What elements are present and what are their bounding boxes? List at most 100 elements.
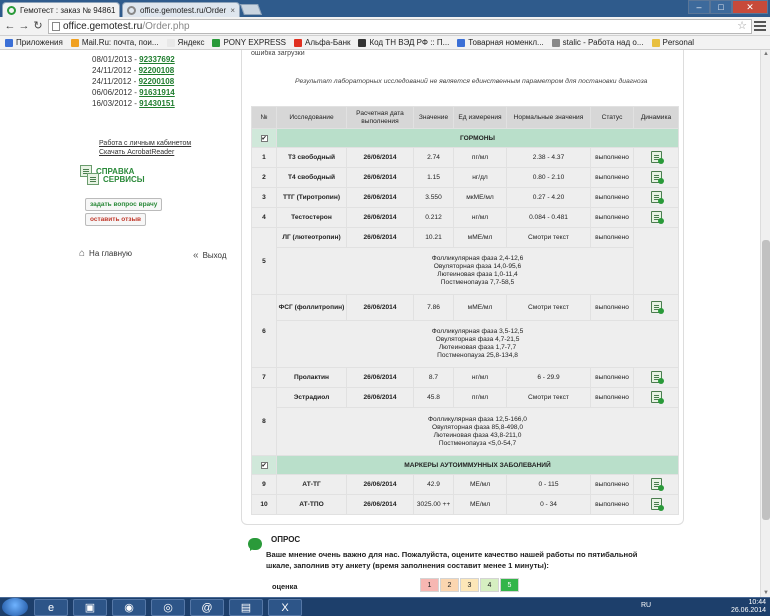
cabinet-help-link[interactable]: Работа с личным кабинетом bbox=[99, 139, 191, 148]
order-number-link[interactable]: 92200108 bbox=[139, 66, 175, 75]
minimize-button[interactable]: – bbox=[688, 0, 710, 14]
close-tab-icon[interactable]: × bbox=[115, 6, 119, 15]
reload-icon[interactable]: ↻ bbox=[31, 20, 45, 33]
reference-line: Фолликулярная фаза 3,5-12,5 bbox=[431, 328, 524, 335]
ask-doctor-button[interactable]: задать вопрос врачу bbox=[85, 198, 163, 211]
bookmark-item[interactable]: stalic - Работа над о... bbox=[551, 38, 644, 47]
group-title: ГОРМОНЫ bbox=[276, 128, 679, 148]
cell-norm: Смотри текст bbox=[506, 227, 591, 248]
cell-norm: 0 - 34 bbox=[506, 494, 591, 515]
bookmark-item[interactable]: Mail.Ru: почта, пои... bbox=[70, 38, 159, 47]
tab-gemotest-order[interactable]: Гемотест : заказ № 94861 × bbox=[2, 2, 120, 17]
cell-name: Эстрадиол bbox=[276, 387, 347, 408]
dynamics-chart-icon[interactable] bbox=[650, 170, 664, 184]
taskbar-app-icon[interactable]: ◎ bbox=[151, 599, 185, 616]
home-icon: ⌂ bbox=[79, 248, 86, 259]
scroll-down-icon[interactable]: ▼ bbox=[762, 589, 770, 597]
scroll-up-icon[interactable]: ▲ bbox=[762, 50, 770, 58]
dynamics-chart-icon[interactable] bbox=[650, 150, 664, 164]
order-number-link[interactable]: 91631914 bbox=[139, 88, 175, 97]
cell-unit: мМЕ/мл bbox=[453, 227, 507, 248]
bookmark-item[interactable]: Товарная номенкл... bbox=[457, 38, 544, 47]
order-number-link[interactable]: 92337692 bbox=[139, 55, 175, 64]
cell-unit: мМЕ/мл bbox=[453, 294, 507, 321]
cell-n: 9 bbox=[251, 474, 277, 495]
cell-dynamics bbox=[633, 387, 679, 408]
forward-icon[interactable]: → bbox=[17, 20, 31, 33]
table-row-notes: Фолликулярная фаза 12,5-166,0 Овуляторная… bbox=[252, 407, 679, 456]
rating-option-4[interactable]: 4 bbox=[480, 578, 499, 592]
bookmark-item[interactable]: Альфа-Банк bbox=[294, 38, 350, 47]
home-link[interactable]: ⌂ На главную bbox=[79, 248, 132, 259]
cell-val: 0.212 bbox=[413, 207, 454, 228]
services-icon bbox=[87, 173, 99, 185]
cell-name: АТ-ТПО bbox=[276, 494, 347, 515]
bookmark-star-icon[interactable]: ☆ bbox=[737, 20, 747, 33]
taskbar-app-icon[interactable]: ▣ bbox=[73, 599, 107, 616]
acrobat-download-link[interactable]: Скачать AcrobatReader bbox=[99, 148, 191, 157]
bookmark-item[interactable]: Яндекс bbox=[166, 38, 204, 47]
rating-option-5[interactable]: 5 bbox=[500, 578, 519, 592]
close-tab-icon[interactable]: × bbox=[226, 6, 235, 15]
reference-line: Лютеиновая фаза 43,8-211,0 bbox=[433, 431, 522, 439]
dynamics-chart-icon[interactable] bbox=[650, 190, 664, 204]
chrome-menu-icon[interactable] bbox=[754, 21, 766, 31]
clock-date: 26.06.2014 bbox=[730, 607, 766, 614]
cell-date: 26/06/2014 bbox=[346, 474, 414, 495]
table-row: 4 Тестостерон 26/06/2014 0.212 нг/мл 0.084 - … bbox=[251, 207, 679, 228]
leave-review-button[interactable]: оставить отзыв bbox=[85, 213, 147, 226]
cell-name: ТТГ (Тиротропин) bbox=[276, 187, 347, 208]
cell-date: 26/06/2014 bbox=[346, 167, 414, 188]
cell-name: ФСГ (фоллитропин) bbox=[276, 294, 347, 321]
group-checkbox[interactable]: ✔ bbox=[260, 134, 268, 142]
cell-val: 1.15 bbox=[413, 167, 454, 188]
bookmark-favicon-icon bbox=[70, 38, 79, 47]
bookmark-item[interactable]: PONY EXPRESS bbox=[212, 38, 286, 47]
reference-line: Лютеиновая фаза 1,7-7,7 bbox=[438, 344, 517, 351]
dynamics-chart-icon[interactable] bbox=[650, 477, 664, 491]
cell-unit: МЕ/мл bbox=[453, 474, 507, 495]
cell-name: АТ-ТГ bbox=[276, 474, 347, 495]
address-bar[interactable]: office.gemotest.ru/Order.php ☆ bbox=[48, 19, 752, 34]
exit-link[interactable]: « Выход bbox=[193, 250, 227, 261]
tab-office-order[interactable]: office.gemotest.ru/Order × bbox=[122, 2, 240, 17]
group-checkbox[interactable]: ✔ bbox=[260, 461, 268, 469]
rating-option-2[interactable]: 2 bbox=[440, 578, 459, 592]
dynamics-chart-icon[interactable] bbox=[650, 390, 664, 404]
maximize-button[interactable]: □ bbox=[710, 0, 732, 14]
new-tab-button[interactable] bbox=[239, 4, 263, 15]
page-scrollbar[interactable]: ▲ ▼ bbox=[760, 50, 770, 597]
bookmarks-bar: Приложения Mail.Ru: почта, пои... Яндекс PO… bbox=[0, 36, 770, 50]
help-links: Работа с личным кабинетом Скачать Acroba… bbox=[99, 139, 191, 157]
cell-n: 7 bbox=[251, 367, 277, 388]
back-icon[interactable]: ← bbox=[3, 20, 17, 33]
taskbar-app-icon[interactable]: X bbox=[268, 599, 302, 616]
cell-date: 26/06/2014 bbox=[346, 207, 414, 228]
cell-status: выполнено bbox=[590, 294, 634, 321]
cell-dynamics bbox=[633, 294, 679, 321]
clock[interactable]: 10:44 26.06.2014 bbox=[731, 599, 766, 615]
bookmark-item[interactable]: Personal bbox=[651, 38, 694, 47]
taskbar-app-icon[interactable]: e bbox=[34, 599, 68, 616]
start-button[interactable] bbox=[2, 598, 28, 616]
close-window-button[interactable]: ✕ bbox=[732, 0, 768, 14]
bookmark-item[interactable]: Приложения bbox=[5, 38, 63, 47]
reference-notes: Фолликулярная фаза 2,4-12,6 Овуляторная ф… bbox=[276, 247, 679, 295]
taskbar-app-icon[interactable]: ▤ bbox=[229, 599, 263, 616]
cell-dynamics bbox=[633, 167, 679, 188]
cell-n: 10 bbox=[251, 494, 277, 515]
rating-option-3[interactable]: 3 bbox=[460, 578, 479, 592]
scrollbar-thumb[interactable] bbox=[762, 240, 770, 520]
dynamics-chart-icon[interactable] bbox=[650, 300, 664, 314]
dynamics-chart-icon[interactable] bbox=[650, 210, 664, 224]
taskbar-app-icon[interactable]: ◉ bbox=[112, 599, 146, 616]
reference-line: Овуляторная фаза 14,0-95,6 bbox=[433, 263, 522, 270]
dynamics-chart-icon[interactable] bbox=[650, 370, 664, 384]
dynamics-chart-icon[interactable] bbox=[650, 497, 664, 511]
language-indicator[interactable]: RU bbox=[641, 602, 651, 609]
rating-option-1[interactable]: 1 bbox=[420, 578, 439, 592]
taskbar-app-icon[interactable]: @ bbox=[190, 599, 224, 616]
bookmark-item[interactable]: Код ТН ВЭД РФ :: П... bbox=[358, 38, 449, 47]
order-number-link[interactable]: 92200108 bbox=[139, 77, 175, 86]
order-number-link[interactable]: 91430151 bbox=[139, 99, 175, 108]
